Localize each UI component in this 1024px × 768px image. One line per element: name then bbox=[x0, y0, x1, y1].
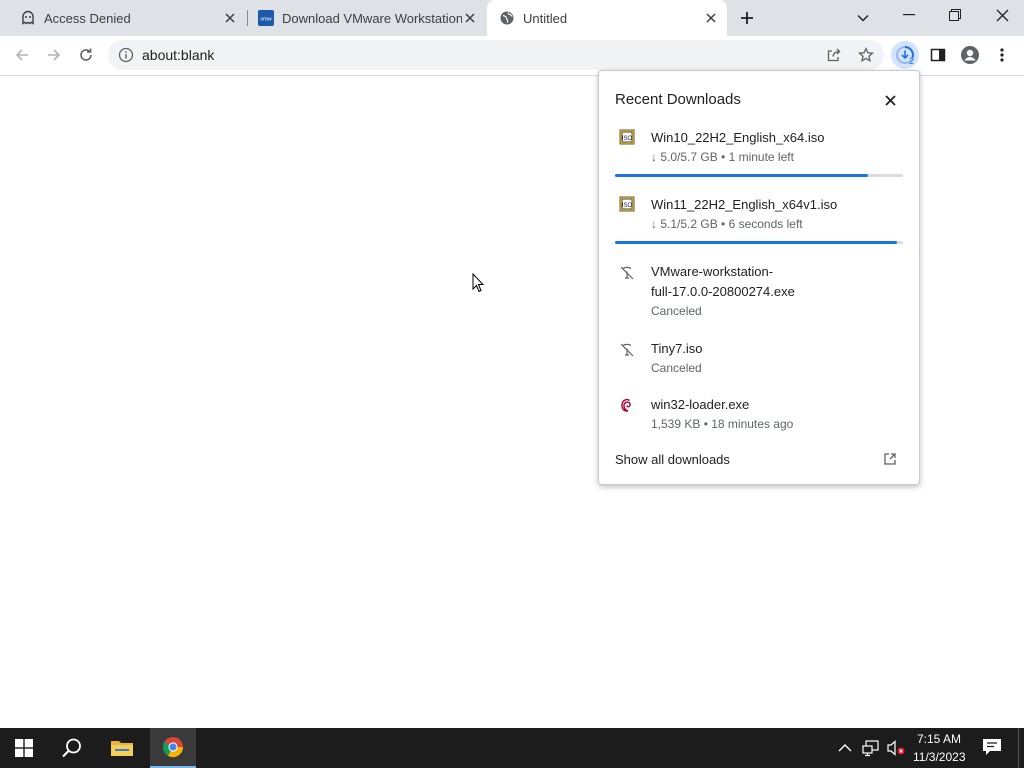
download-item[interactable]: win32-loader.exe 1,539 KB • 18 minutes a… bbox=[599, 394, 919, 438]
download-filename: Tiny7.iso bbox=[651, 341, 703, 356]
address-bar[interactable] bbox=[108, 40, 884, 70]
search-icon bbox=[62, 738, 81, 758]
download-filename: Win10_22H2_English_x64.iso bbox=[651, 130, 825, 145]
close-window-button[interactable] bbox=[982, 0, 1022, 30]
profile-button[interactable] bbox=[956, 41, 984, 69]
tab-vmware-download[interactable]: vmw Download VMware Workstation Pro bbox=[248, 0, 486, 36]
close-icon[interactable] bbox=[222, 10, 238, 26]
share-button[interactable] bbox=[820, 41, 848, 69]
chevron-up-icon bbox=[838, 744, 852, 752]
reload-icon bbox=[80, 48, 92, 61]
volume-muted-icon[interactable] bbox=[886, 739, 906, 757]
file-explorer-button[interactable] bbox=[98, 728, 146, 768]
download-status: 1,539 KB • 18 minutes ago bbox=[651, 417, 794, 431]
download-item[interactable]: ISO Win10_22H2_English_x64.iso ↓ 5.0/5.7… bbox=[599, 125, 919, 185]
download-item[interactable]: VMware-workstation- full-17.0.0-20800274… bbox=[599, 261, 919, 323]
url-text: about:blank bbox=[142, 47, 215, 63]
side-panel-icon bbox=[930, 48, 946, 62]
windows-logo-icon bbox=[15, 739, 33, 757]
tab-access-denied[interactable]: Access Denied bbox=[0, 0, 246, 36]
forward-button[interactable] bbox=[40, 41, 68, 69]
restore-button[interactable] bbox=[936, 0, 974, 30]
clock-date[interactable]: 11/3/2023 bbox=[913, 750, 966, 764]
kebab-menu-icon bbox=[1000, 48, 1004, 62]
close-icon[interactable] bbox=[703, 10, 719, 26]
restore-icon bbox=[949, 9, 961, 21]
download-item[interactable]: ISO Win11_22H2_English_x64v1.iso ↓ 5.1/5… bbox=[599, 192, 919, 252]
folder-icon bbox=[111, 741, 133, 756]
back-button[interactable] bbox=[8, 41, 36, 69]
download-filename: VMware-workstation- bbox=[651, 264, 774, 279]
download-status: Canceled bbox=[651, 361, 702, 375]
download-status: ↓ 5.0/5.7 GB • 1 minute left bbox=[651, 150, 794, 164]
notification-icon bbox=[983, 739, 1001, 755]
info-icon[interactable] bbox=[118, 47, 134, 63]
show-hidden-icons-button[interactable] bbox=[838, 740, 854, 756]
search-button[interactable] bbox=[48, 728, 96, 768]
vmware-icon: vmw bbox=[258, 10, 274, 26]
close-icon[interactable] bbox=[462, 10, 478, 26]
debian-icon bbox=[619, 397, 635, 420]
downloads-count-badge: 2 bbox=[909, 56, 915, 66]
canceled-file-icon bbox=[619, 342, 635, 363]
download-progress-fill bbox=[615, 174, 869, 177]
chevron-down-icon bbox=[857, 14, 869, 22]
show-desktop-button[interactable] bbox=[1018, 728, 1024, 768]
chrome-taskbar-button[interactable] bbox=[150, 728, 196, 768]
download-progress-bar bbox=[615, 174, 903, 177]
downloads-button[interactable]: 2 bbox=[891, 41, 919, 69]
taskbar: 7:15 AM 11/3/2023 bbox=[0, 728, 1024, 768]
close-bubble-button[interactable] bbox=[881, 91, 899, 109]
download-filename: Win11_22H2_English_x64v1.iso bbox=[651, 197, 838, 212]
share-icon bbox=[827, 48, 841, 62]
menu-button[interactable] bbox=[988, 41, 1016, 69]
network-icon[interactable] bbox=[862, 739, 880, 757]
globe-icon bbox=[499, 10, 515, 26]
minimize-icon bbox=[903, 14, 915, 16]
start-button[interactable] bbox=[0, 728, 48, 768]
downloads-title: Recent Downloads bbox=[615, 91, 741, 108]
close-icon bbox=[996, 9, 1008, 21]
tab-title: Access Denied bbox=[44, 10, 131, 26]
downloads-bubble: Recent Downloads ISO Win10_22H2_English_… bbox=[598, 70, 920, 485]
bookmark-button[interactable] bbox=[852, 41, 880, 69]
tab-title: Untitled bbox=[523, 10, 568, 26]
svg-text:ISO: ISO bbox=[622, 136, 633, 142]
svg-text:ISO: ISO bbox=[622, 203, 633, 209]
side-panel-button[interactable] bbox=[924, 41, 952, 69]
download-filename: win32-loader.exe bbox=[651, 397, 750, 412]
mouse-cursor-icon bbox=[472, 272, 485, 298]
open-external-icon[interactable] bbox=[883, 452, 899, 468]
download-item[interactable]: Tiny7.iso Canceled bbox=[599, 338, 919, 382]
tab-strip: Access Denied vmw Download VMware Workst… bbox=[0, 0, 1024, 36]
tab-search-button[interactable] bbox=[852, 7, 874, 29]
close-icon bbox=[884, 94, 896, 106]
arrow-right-icon bbox=[48, 49, 61, 61]
action-center-button[interactable] bbox=[982, 738, 1004, 758]
avatar-icon bbox=[961, 46, 979, 64]
download-status: ↓ 5.1/5.2 GB • 6 seconds left bbox=[651, 217, 803, 231]
download-status: Canceled bbox=[651, 304, 702, 318]
iso-file-icon: ISO bbox=[619, 129, 635, 150]
clock-time[interactable]: 7:15 AM bbox=[917, 732, 961, 746]
canceled-file-icon bbox=[619, 265, 635, 286]
plus-icon bbox=[741, 12, 753, 24]
chrome-icon bbox=[162, 737, 184, 758]
reload-button[interactable] bbox=[72, 41, 100, 69]
svg-text:vmw: vmw bbox=[260, 17, 271, 23]
minimize-button[interactable] bbox=[890, 0, 928, 30]
download-progress-bar bbox=[615, 241, 903, 244]
show-all-downloads-link[interactable]: Show all downloads bbox=[615, 452, 730, 467]
download-progress-fill bbox=[615, 241, 898, 244]
arrow-left-icon bbox=[15, 49, 28, 61]
star-icon bbox=[858, 47, 874, 63]
new-tab-button[interactable] bbox=[736, 7, 758, 29]
download-filename-continued: full-17.0.0-20800274.exe bbox=[651, 284, 795, 299]
ghost-icon bbox=[20, 10, 36, 26]
iso-file-icon: ISO bbox=[619, 196, 635, 217]
tab-untitled[interactable]: Untitled bbox=[487, 0, 727, 36]
tab-title: Download VMware Workstation Pro bbox=[282, 10, 462, 26]
